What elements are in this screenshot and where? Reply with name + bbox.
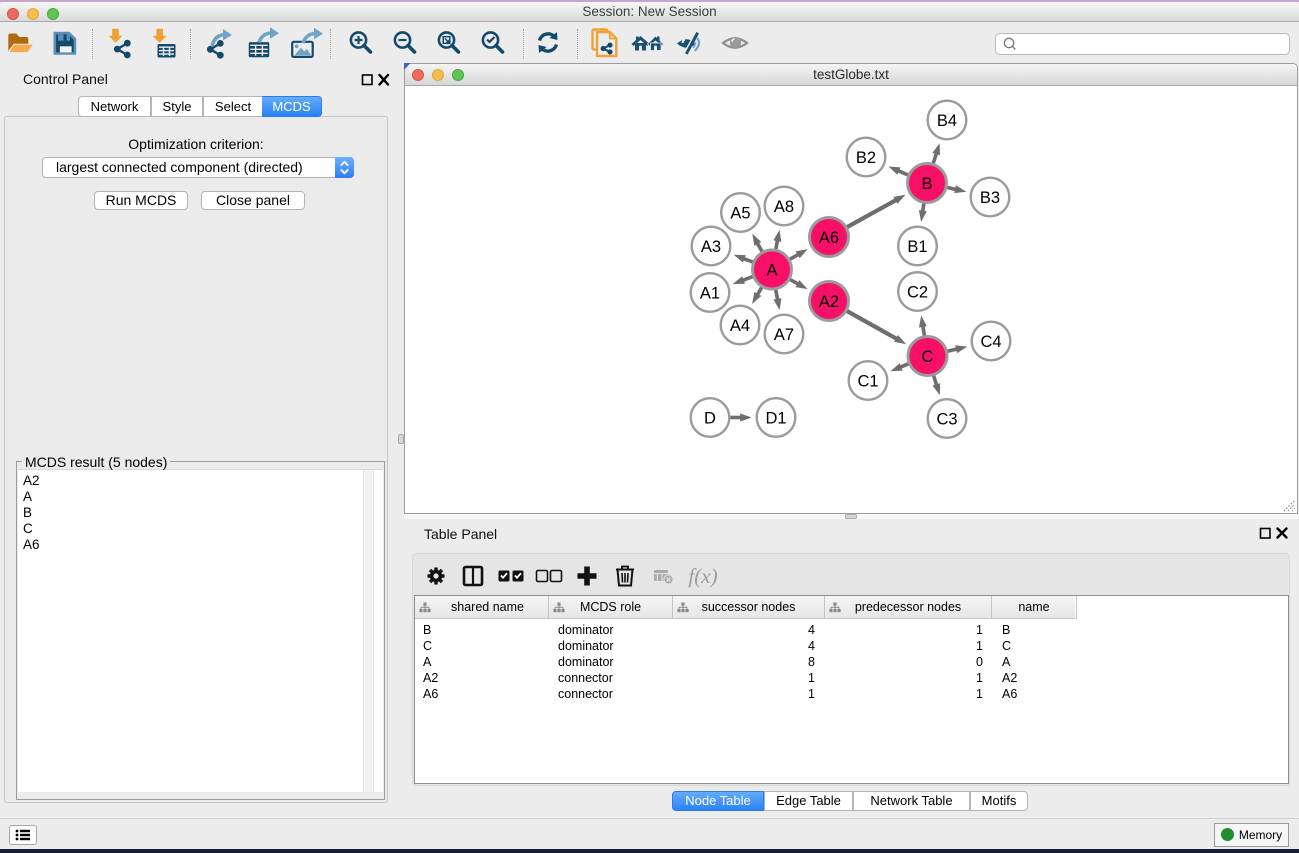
- svg-text:A5: A5: [730, 204, 750, 222]
- svg-text:B4: B4: [937, 112, 957, 130]
- svg-text:C2: C2: [907, 283, 928, 301]
- svg-text:f(x): f(x): [688, 564, 717, 588]
- svg-text:B: B: [921, 175, 932, 193]
- svg-text:C3: C3: [936, 410, 957, 428]
- svg-text:A2: A2: [819, 293, 839, 311]
- svg-text:A3: A3: [701, 238, 721, 256]
- svg-text:A1: A1: [700, 284, 720, 302]
- svg-text:D1: D1: [765, 409, 786, 427]
- svg-text:A7: A7: [774, 326, 794, 344]
- svg-text:A6: A6: [819, 229, 839, 247]
- svg-text:C4: C4: [980, 333, 1001, 351]
- svg-text:D: D: [704, 409, 716, 427]
- svg-text:A8: A8: [774, 198, 794, 216]
- svg-text:B2: B2: [856, 149, 876, 167]
- svg-text:C: C: [922, 348, 934, 366]
- svg-text:B3: B3: [980, 189, 1000, 207]
- svg-text:B1: B1: [907, 238, 927, 256]
- svg-text:C1: C1: [857, 372, 878, 390]
- svg-text:A: A: [766, 261, 777, 279]
- svg-text:A4: A4: [730, 317, 750, 335]
